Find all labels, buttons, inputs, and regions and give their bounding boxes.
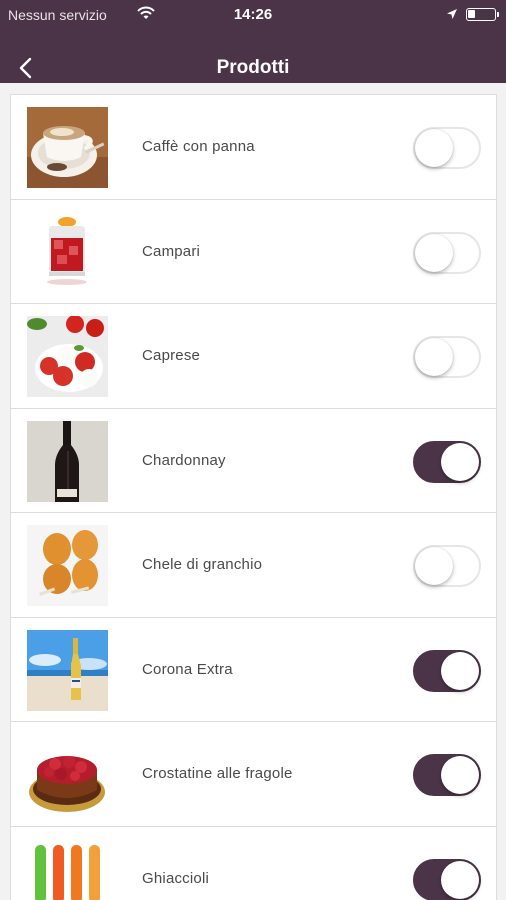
beer-bottle-image	[27, 629, 108, 711]
list-item: Caffè con panna	[11, 95, 496, 200]
product-toggle[interactable]	[413, 858, 481, 900]
list-item: Chardonnay	[11, 409, 496, 513]
product-name: Crostatine alle fragole	[142, 765, 293, 782]
list-item: Crostatine alle fragole	[11, 722, 496, 827]
page-title: Prodotti	[216, 57, 290, 78]
product-toggle[interactable]	[413, 754, 481, 796]
list-item: Corona Extra	[11, 618, 496, 722]
crab-claws-image	[27, 525, 108, 606]
toggle-knob	[441, 442, 479, 481]
toggle-knob	[441, 860, 479, 899]
coffee-cup-image	[27, 107, 108, 188]
product-list: Caffè con panna Campari Caprese Chardonn…	[10, 94, 497, 900]
toggle-knob	[415, 338, 453, 376]
product-name: Corona Extra	[142, 660, 233, 678]
navigation-bar: Prodotti	[0, 30, 506, 83]
list-item: Campari	[11, 200, 496, 304]
list-item: Ghiaccioli	[11, 827, 496, 900]
toggle-knob	[441, 756, 479, 794]
product-toggle[interactable]	[413, 545, 481, 587]
toggle-knob	[441, 651, 479, 690]
product-name: Caffè con panna	[142, 138, 255, 155]
campari-glass-image	[27, 211, 108, 293]
toggle-knob	[415, 233, 453, 272]
clock: 14:26	[233, 6, 273, 23]
popsicles-image	[27, 838, 108, 900]
strawberry-tart-image	[27, 734, 108, 815]
list-item: Chele di granchio	[11, 513, 496, 618]
product-name: Chele di granchio	[142, 556, 263, 573]
product-toggle[interactable]	[413, 127, 481, 169]
caprese-salad-image	[27, 316, 108, 397]
product-toggle[interactable]	[413, 649, 481, 692]
list-item: Caprese	[11, 304, 496, 409]
top-bar: Nessun servizio 14:26 Prodotti	[0, 0, 506, 83]
status-bar: Nessun servizio 14:26	[0, 0, 506, 30]
wine-bottle-image	[27, 420, 108, 502]
product-name: Chardonnay	[142, 451, 226, 469]
product-name: Campari	[142, 242, 201, 260]
product-name: Caprese	[142, 347, 201, 364]
product-toggle[interactable]	[413, 231, 481, 274]
battery-icon	[466, 8, 499, 21]
product-toggle[interactable]	[413, 336, 481, 378]
product-name: Ghiaccioli	[142, 869, 210, 887]
toggle-knob	[415, 547, 453, 585]
product-toggle[interactable]	[413, 440, 481, 483]
location-arrow-icon	[446, 7, 458, 19]
toggle-knob	[415, 129, 453, 167]
